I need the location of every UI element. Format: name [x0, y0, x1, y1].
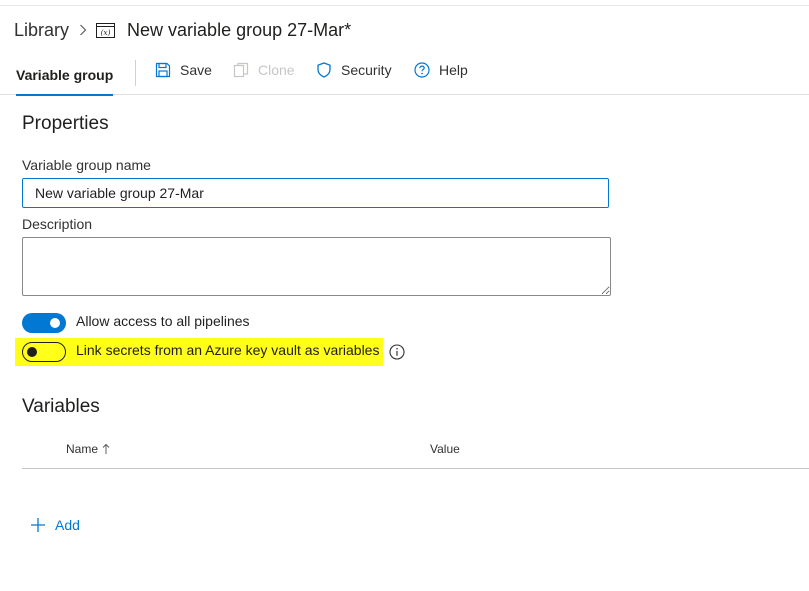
variable-group-name-input[interactable]	[22, 178, 609, 208]
description-label: Description	[22, 216, 93, 232]
clone-icon	[233, 62, 249, 78]
allow-access-label: Allow access to all pipelines	[76, 313, 250, 329]
variables-header-divider	[22, 468, 809, 469]
add-variable-label: Add	[55, 517, 80, 533]
description-textarea[interactable]	[22, 237, 611, 296]
link-secrets-label: Link secrets from an Azure key vault as …	[76, 342, 380, 358]
variable-group-icon: (x)	[96, 22, 116, 38]
tab-variable-group[interactable]: Variable group	[16, 56, 114, 96]
top-border	[0, 5, 809, 6]
chevron-right-icon	[79, 24, 87, 36]
toolbar-divider	[135, 60, 136, 86]
column-header-value: Value	[430, 442, 460, 456]
toolbar: Variable group Save Clone Security Help	[0, 56, 809, 96]
variable-group-name-label: Variable group name	[22, 157, 151, 173]
variables-heading: Variables	[22, 396, 100, 417]
sort-ascending-icon	[102, 443, 110, 454]
link-secrets-toggle[interactable]	[22, 342, 66, 362]
breadcrumb-library-link[interactable]: Library	[14, 20, 69, 41]
info-icon[interactable]	[389, 344, 405, 365]
column-header-name[interactable]: Name	[66, 442, 110, 456]
page-title: New variable group 27-Mar*	[127, 19, 352, 40]
allow-access-row: Allow access to all pipelines	[22, 313, 250, 333]
link-secrets-row: Link secrets from an Azure key vault as …	[22, 342, 379, 362]
allow-access-toggle[interactable]	[22, 313, 66, 333]
clone-button[interactable]: Clone	[233, 56, 295, 84]
add-variable-button[interactable]: Add	[30, 517, 80, 533]
svg-text:(x): (x)	[100, 28, 110, 37]
properties-heading: Properties	[22, 113, 109, 134]
security-button-label: Security	[341, 62, 392, 78]
plus-icon	[31, 518, 45, 532]
save-button[interactable]: Save	[155, 56, 212, 84]
column-name-label: Name	[66, 442, 99, 456]
security-button[interactable]: Security	[316, 56, 392, 84]
help-button-label: Help	[439, 62, 468, 78]
help-icon	[414, 62, 430, 78]
help-button[interactable]: Help	[414, 56, 468, 84]
save-icon	[155, 62, 171, 78]
clone-button-label: Clone	[258, 62, 295, 78]
breadcrumb: Library (x) New variable group 27-Mar*	[14, 18, 351, 42]
save-button-label: Save	[180, 62, 212, 78]
shield-icon	[317, 62, 331, 78]
